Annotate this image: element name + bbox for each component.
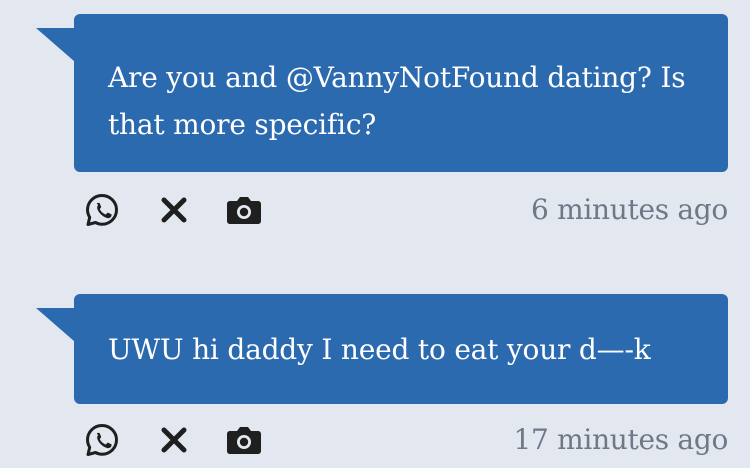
- camera-icon: [227, 197, 261, 224]
- x-icon: [161, 197, 187, 223]
- message-timestamp: 17 minutes ago: [513, 423, 729, 456]
- message-text: Are you and @VannyNotFound dating? Is th…: [108, 61, 686, 141]
- message-timestamp: 6 minutes ago: [531, 193, 728, 226]
- message-text: UWU hi daddy I need to eat your d—-k: [108, 333, 651, 366]
- camera-share-button[interactable]: [224, 420, 264, 460]
- message-actions: 6 minutes ago: [0, 190, 750, 234]
- message-actions: 17 minutes ago: [0, 420, 750, 464]
- camera-icon: [227, 427, 261, 454]
- whatsapp-share-button[interactable]: [82, 420, 122, 460]
- x-share-button[interactable]: [154, 420, 194, 460]
- whatsapp-icon: [86, 194, 118, 226]
- message-bubble: UWU hi daddy I need to eat your d—-k: [74, 294, 728, 404]
- camera-share-button[interactable]: [224, 190, 264, 230]
- x-icon: [161, 427, 187, 453]
- message-item: UWU hi daddy I need to eat your d—-k 17 …: [0, 280, 750, 468]
- x-share-button[interactable]: [154, 190, 194, 230]
- message-item: Are you and @VannyNotFound dating? Is th…: [0, 0, 750, 240]
- whatsapp-share-button[interactable]: [82, 190, 122, 230]
- whatsapp-icon: [86, 424, 118, 456]
- message-bubble: Are you and @VannyNotFound dating? Is th…: [74, 14, 728, 172]
